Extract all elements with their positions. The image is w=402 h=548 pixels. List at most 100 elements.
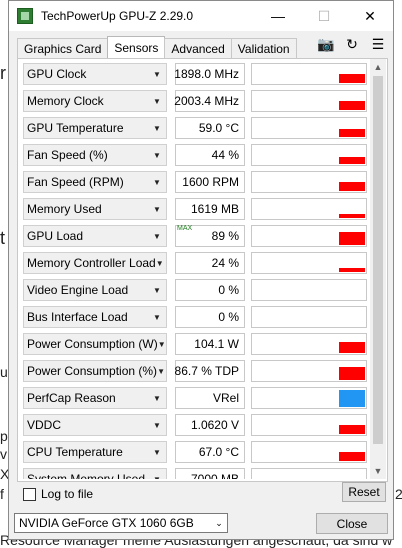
sensor-name-dropdown[interactable]: Video Engine Load ▼ — [23, 279, 167, 301]
dropdown-arrow-icon: ▼ — [157, 339, 166, 349]
sensor-name: Fan Speed (RPM) — [27, 175, 124, 189]
scroll-down-icon[interactable]: ▼ — [370, 463, 386, 479]
sensors-panel: GPU Clock ▼ 1898.0 MHz Memory Clock ▼ 2003.4 … — [17, 58, 388, 482]
scroll-up-icon[interactable]: ▲ — [370, 59, 386, 75]
vertical-scrollbar[interactable]: ▲ ▼ — [370, 59, 386, 479]
sensor-value: 44 % — [175, 144, 245, 166]
sensor-name: Memory Controller Load — [27, 256, 156, 270]
sensor-row: Power Consumption (W) ▼ 104.1 W — [23, 333, 367, 355]
log-to-file-label: Log to file — [41, 487, 94, 501]
sensor-list: GPU Clock ▼ 1898.0 MHz Memory Clock ▼ 2003.4 … — [18, 59, 370, 479]
sensor-graph-bar — [339, 182, 365, 191]
sensor-name-dropdown[interactable]: GPU Load ▼ — [23, 225, 167, 247]
background-text: t — [0, 228, 6, 248]
sensor-name-dropdown[interactable]: Fan Speed (RPM) ▼ — [23, 171, 167, 193]
gpu-select-value: NVIDIA GeForce GTX 1060 6GB — [19, 516, 194, 530]
sensor-value: 1.0620 V — [175, 414, 245, 436]
sensor-graph-bar — [339, 390, 365, 407]
sensor-row: Fan Speed (%) ▼ 44 % — [23, 144, 367, 166]
sensor-name-dropdown[interactable]: Power Consumption (%) ▼ — [23, 360, 167, 382]
reset-button[interactable]: Reset — [342, 482, 386, 502]
sensor-graph — [251, 360, 367, 382]
tab-sensors[interactable]: Sensors — [107, 36, 166, 58]
camera-icon[interactable]: 📷 — [315, 35, 337, 53]
sensor-row: VDDC ▼ 1.0620 V — [23, 414, 367, 436]
tab-advanced[interactable]: Advanced — [164, 38, 232, 58]
sensor-value: 67.0 °C — [175, 441, 245, 463]
sensor-name-dropdown[interactable]: Bus Interface Load ▼ — [23, 306, 167, 328]
sensor-row: GPU Load ▼ 89 % MAX — [23, 225, 367, 247]
dropdown-arrow-icon: ▼ — [153, 204, 161, 214]
sensor-row: CPU Temperature ▼ 67.0 °C — [23, 441, 367, 463]
minimize-button[interactable]: — — [255, 1, 301, 31]
refresh-icon[interactable]: ↻ — [341, 35, 363, 53]
dropdown-arrow-icon: ▼ — [153, 474, 161, 480]
sensor-name-dropdown[interactable]: Power Consumption (W) ▼ — [23, 333, 167, 355]
dropdown-arrow-icon: ▼ — [153, 96, 161, 106]
sensor-value: 104.1 W — [175, 333, 245, 355]
sensor-graph — [251, 225, 367, 247]
max-indicator: MAX — [177, 225, 193, 232]
gpu-select[interactable]: NVIDIA GeForce GTX 1060 6GB ⌄ — [14, 513, 228, 533]
sensor-graph — [251, 252, 367, 274]
sensor-name-dropdown[interactable]: VDDC ▼ — [23, 414, 167, 436]
sensor-name-dropdown[interactable]: PerfCap Reason ▼ — [23, 387, 167, 409]
dropdown-arrow-icon: ▼ — [153, 123, 161, 133]
sensor-row: System Memory Used ▼ 7000 MB — [23, 468, 367, 479]
sensor-name-dropdown[interactable]: CPU Temperature ▼ — [23, 441, 167, 463]
log-to-file-checkbox[interactable] — [23, 487, 36, 501]
sensor-graph — [251, 63, 367, 85]
sensor-graph-bar — [339, 74, 365, 83]
menu-icon[interactable]: ☰ — [367, 35, 389, 53]
dropdown-arrow-icon: ▼ — [157, 366, 165, 376]
sensor-graph — [251, 144, 367, 166]
sensor-name: Memory Clock — [27, 94, 104, 108]
sensor-value: 24 % — [175, 252, 245, 274]
sensor-value: 0 % — [175, 279, 245, 301]
log-to-file-option[interactable]: Log to file — [23, 487, 93, 501]
tab-validation[interactable]: Validation — [230, 38, 297, 58]
sensor-name: Power Consumption (W) — [27, 337, 158, 351]
sensor-graph-bar — [339, 129, 365, 137]
dropdown-arrow-icon: ▼ — [153, 177, 161, 187]
close-button[interactable]: Close — [316, 513, 388, 534]
sensor-graph-bar — [339, 268, 365, 272]
background-text: v — [0, 446, 7, 462]
sensor-name-dropdown[interactable]: Fan Speed (%) ▼ — [23, 144, 167, 166]
maximize-button[interactable]: ☐ — [301, 1, 347, 31]
background-text: 2 — [395, 486, 402, 502]
sensor-graph — [251, 333, 367, 355]
dropdown-arrow-icon: ▼ — [153, 150, 161, 160]
sensor-graph — [251, 90, 367, 112]
window-title: TechPowerUp GPU-Z 2.29.0 — [41, 9, 194, 23]
sensor-name: GPU Clock — [27, 67, 87, 81]
sensor-row: Power Consumption (%) ▼ 86.7 % TDP — [23, 360, 367, 382]
sensor-graph-bar — [339, 367, 365, 380]
sensor-graph-bar — [339, 232, 365, 245]
sensor-value: 1600 RPM — [175, 171, 245, 193]
sensor-name-dropdown[interactable]: Memory Used ▼ — [23, 198, 167, 220]
sensor-row: Bus Interface Load ▼ 0 % — [23, 306, 367, 328]
sensor-graph-bar — [339, 101, 365, 110]
sensor-graph-bar — [339, 214, 365, 218]
dropdown-arrow-icon: ▼ — [153, 285, 161, 295]
tab-graphics-card[interactable]: Graphics Card — [17, 38, 109, 58]
close-window-button[interactable]: ✕ — [347, 1, 393, 31]
scrollbar-thumb[interactable] — [373, 76, 383, 444]
sensor-name: System Memory Used — [27, 472, 146, 479]
sensor-name: VDDC — [27, 418, 62, 432]
sensor-row: Memory Used ▼ 1619 MB — [23, 198, 367, 220]
sensor-name-dropdown[interactable]: GPU Temperature ▼ — [23, 117, 167, 139]
sensor-name: Fan Speed (%) — [27, 148, 108, 162]
dropdown-arrow-icon: ▼ — [155, 258, 164, 268]
sensor-name-dropdown[interactable]: System Memory Used ▼ — [23, 468, 167, 479]
background-text: r — [0, 63, 6, 83]
sensor-value: 2003.4 MHz — [174, 90, 245, 112]
sensor-name-dropdown[interactable]: Memory Controller Load ▼ — [23, 252, 167, 274]
sensor-name: Power Consumption (%) — [27, 364, 158, 378]
title-bar[interactable]: TechPowerUp GPU-Z 2.29.0 — ☐ ✕ — [9, 1, 393, 31]
sensor-graph-bar — [339, 342, 365, 353]
sensor-name-dropdown[interactable]: Memory Clock ▼ — [23, 90, 167, 112]
background-text: p — [0, 428, 8, 444]
sensor-name-dropdown[interactable]: GPU Clock ▼ — [23, 63, 167, 85]
